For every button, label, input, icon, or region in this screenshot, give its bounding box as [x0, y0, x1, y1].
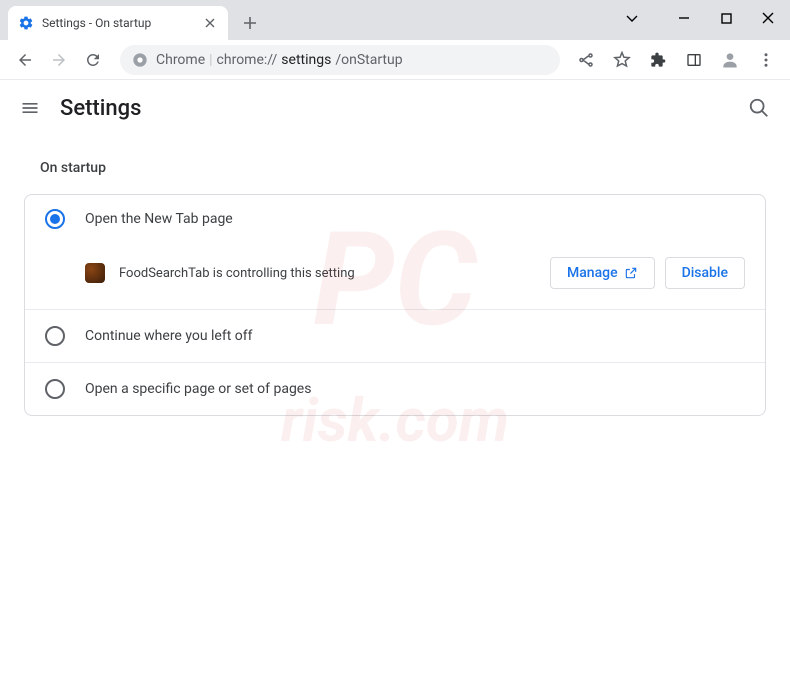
radio-unselected-icon[interactable]: [45, 326, 65, 346]
chrome-icon: [132, 52, 148, 68]
radio-unselected-icon[interactable]: [45, 379, 65, 399]
hamburger-menu-icon[interactable]: [20, 98, 40, 118]
address-bar[interactable]: Chrome | chrome://settings/onStartup: [120, 45, 560, 75]
option-label: Open the New Tab page: [85, 211, 233, 227]
section-title: On startup: [40, 160, 766, 176]
kebab-menu-icon[interactable]: [752, 46, 780, 74]
manage-button[interactable]: Manage: [550, 257, 655, 289]
profile-icon[interactable]: [716, 46, 744, 74]
extension-message: FoodSearchTab is controlling this settin…: [119, 266, 536, 281]
close-window-button[interactable]: [754, 4, 782, 32]
forward-button[interactable]: [44, 45, 74, 75]
external-link-icon: [624, 266, 638, 280]
url-text: Chrome | chrome://settings/onStartup: [156, 52, 403, 68]
disable-button[interactable]: Disable: [665, 257, 745, 289]
toolbar-actions: [572, 46, 780, 74]
option-label: Open a specific page or set of pages: [85, 381, 311, 397]
minimize-button[interactable]: [670, 4, 698, 32]
page-title: Settings: [60, 96, 141, 121]
option-continue[interactable]: Continue where you left off: [25, 310, 765, 362]
option-label: Continue where you left off: [85, 328, 253, 344]
window-titlebar: Settings - On startup: [0, 0, 790, 40]
extension-app-icon: [85, 263, 105, 283]
radio-selected-icon[interactable]: [45, 209, 65, 229]
back-button[interactable]: [10, 45, 40, 75]
browser-tab[interactable]: Settings - On startup: [8, 6, 228, 40]
extension-notice: FoodSearchTab is controlling this settin…: [25, 243, 765, 309]
window-controls: [618, 4, 782, 32]
close-icon[interactable]: [202, 15, 218, 31]
settings-content: On startup Open the New Tab page FoodSea…: [0, 136, 790, 432]
browser-toolbar: Chrome | chrome://settings/onStartup: [0, 40, 790, 80]
side-panel-icon[interactable]: [680, 46, 708, 74]
extension-actions: Manage Disable: [550, 257, 745, 289]
new-tab-button[interactable]: [236, 9, 264, 37]
extensions-icon[interactable]: [644, 46, 672, 74]
tab-title: Settings - On startup: [42, 16, 194, 30]
bookmark-star-icon[interactable]: [608, 46, 636, 74]
chevron-down-icon[interactable]: [618, 4, 646, 32]
search-icon[interactable]: [748, 97, 770, 119]
option-new-tab[interactable]: Open the New Tab page: [25, 195, 765, 243]
option-specific-pages[interactable]: Open a specific page or set of pages: [25, 363, 765, 415]
settings-header: Settings: [0, 80, 790, 136]
share-icon[interactable]: [572, 46, 600, 74]
maximize-button[interactable]: [712, 4, 740, 32]
gear-icon: [18, 15, 34, 31]
reload-button[interactable]: [78, 45, 108, 75]
startup-card: Open the New Tab page FoodSearchTab is c…: [24, 194, 766, 416]
